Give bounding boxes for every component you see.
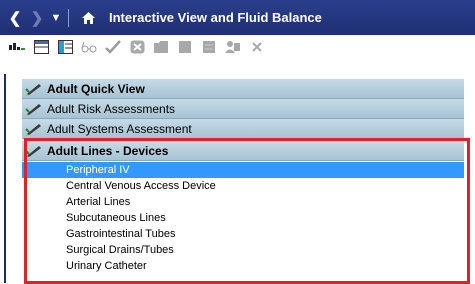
folder-icon[interactable] (152, 39, 170, 55)
list-icon[interactable] (200, 39, 218, 55)
list-item-peripheral-iv[interactable]: Peripheral IV (22, 162, 464, 178)
section-adult-quick-view[interactable]: Adult Quick View (22, 79, 464, 99)
section-adult-risk-assessments[interactable]: Adult Risk Assessments (22, 99, 464, 119)
dropdown-icon[interactable]: ▼ (48, 12, 64, 24)
window-title: Interactive View and Fluid Balance (109, 10, 322, 25)
pencil-icon (25, 81, 45, 97)
section-label: Adult Lines - Devices (47, 143, 169, 158)
left-border (4, 74, 6, 283)
section-label: Adult Quick View (47, 81, 145, 96)
forward-arrow-icon[interactable]: ❯ (26, 9, 48, 27)
navigator-panel: Adult Quick View Adult Risk Assessments … (22, 79, 464, 283)
list-item-gastrointestinal-tubes[interactable]: Gastrointestinal Tubes (22, 226, 464, 242)
list-item-urinary-catheter[interactable]: Urinary Catheter (22, 258, 464, 274)
bar-chart-icon[interactable] (8, 39, 26, 55)
table-icon[interactable] (56, 39, 74, 55)
section-label: Adult Risk Assessments (47, 101, 176, 116)
pencil-icon (25, 121, 45, 137)
title-bar: ❮ ❯ ▼ Interactive View and Fluid Balance (0, 0, 475, 35)
checkmark-icon[interactable] (104, 39, 122, 55)
section-adult-systems-assessment[interactable]: Adult Systems Assessment (22, 119, 464, 139)
document-icon[interactable] (176, 39, 194, 55)
list-item-arterial-lines[interactable]: Arterial Lines (22, 194, 464, 210)
close-icon[interactable] (248, 39, 266, 55)
person-icon[interactable] (224, 39, 242, 55)
section-adult-lines-devices[interactable]: Adult Lines - Devices (22, 141, 464, 161)
cancel-icon[interactable] (128, 39, 146, 55)
glasses-icon[interactable] (80, 39, 98, 55)
list-item-surgical-drains-tubes[interactable]: Surgical Drains/Tubes (22, 242, 464, 258)
grid-icon[interactable] (32, 39, 50, 55)
toolbar (0, 35, 475, 59)
pencil-icon (25, 101, 45, 117)
section-label: Adult Systems Assessment (47, 121, 192, 136)
back-arrow-icon[interactable]: ❮ (4, 9, 26, 27)
list-item-subcutaneous-lines[interactable]: Subcutaneous Lines (22, 210, 464, 226)
pencil-icon (25, 143, 45, 159)
list-item-central-venous-access-device[interactable]: Central Venous Access Device (22, 178, 464, 194)
home-icon[interactable] (77, 11, 99, 25)
title-separator (68, 8, 69, 27)
